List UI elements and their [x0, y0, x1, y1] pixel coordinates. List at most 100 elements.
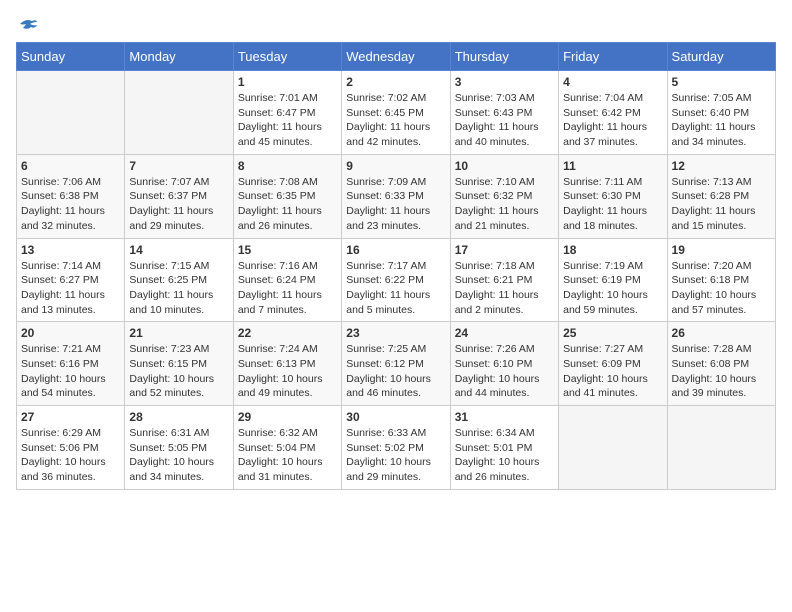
day-number: 1: [238, 75, 337, 89]
day-number: 11: [563, 159, 662, 173]
day-info: Sunrise: 7:24 AMSunset: 6:13 PMDaylight:…: [238, 342, 337, 401]
day-info: Sunrise: 7:08 AMSunset: 6:35 PMDaylight:…: [238, 175, 337, 234]
calendar-cell: 13 Sunrise: 7:14 AMSunset: 6:27 PMDayligh…: [17, 238, 125, 322]
day-info: Sunrise: 7:01 AMSunset: 6:47 PMDaylight:…: [238, 91, 337, 150]
calendar-cell: 6 Sunrise: 7:06 AMSunset: 6:38 PMDaylight…: [17, 154, 125, 238]
page-header: [16, 16, 776, 32]
day-info: Sunrise: 7:25 AMSunset: 6:12 PMDaylight:…: [346, 342, 445, 401]
calendar-cell: 25 Sunrise: 7:27 AMSunset: 6:09 PMDayligh…: [559, 322, 667, 406]
calendar-cell: 19 Sunrise: 7:20 AMSunset: 6:18 PMDayligh…: [667, 238, 775, 322]
day-info: Sunrise: 7:09 AMSunset: 6:33 PMDaylight:…: [346, 175, 445, 234]
day-number: 19: [672, 243, 771, 257]
calendar-cell: 17Sunrise: 7:18 AMSunset: 6:21 PMDayligh…: [450, 238, 558, 322]
day-number: 29: [238, 410, 337, 424]
day-info: Sunrise: 7:11 AMSunset: 6:30 PMDaylight:…: [563, 175, 662, 234]
day-number: 3: [455, 75, 554, 89]
day-number: 9: [346, 159, 445, 173]
calendar-week-row: 6 Sunrise: 7:06 AMSunset: 6:38 PMDaylight…: [17, 154, 776, 238]
day-info: Sunrise: 7:03 AMSunset: 6:43 PMDaylight:…: [455, 91, 554, 150]
day-info: Sunrise: 7:14 AMSunset: 6:27 PMDaylight:…: [21, 259, 120, 318]
day-info: Sunrise: 6:29 AMSunset: 5:06 PMDaylight:…: [21, 426, 120, 485]
calendar-cell: 26 Sunrise: 7:28 AMSunset: 6:08 PMDayligh…: [667, 322, 775, 406]
day-info: Sunrise: 7:07 AMSunset: 6:37 PMDaylight:…: [129, 175, 228, 234]
day-info: Sunrise: 7:18 AMSunset: 6:21 PMDaylight:…: [455, 259, 554, 318]
calendar-cell: 28Sunrise: 6:31 AMSunset: 5:05 PMDayligh…: [125, 406, 233, 490]
calendar-cell: 24 Sunrise: 7:26 AMSunset: 6:10 PMDayligh…: [450, 322, 558, 406]
calendar-cell: 30 Sunrise: 6:33 AMSunset: 5:02 PMDayligh…: [342, 406, 450, 490]
day-info: Sunrise: 6:34 AMSunset: 5:01 PMDaylight:…: [455, 426, 554, 485]
day-info: Sunrise: 7:13 AMSunset: 6:28 PMDaylight:…: [672, 175, 771, 234]
day-info: Sunrise: 7:10 AMSunset: 6:32 PMDaylight:…: [455, 175, 554, 234]
day-info: Sunrise: 7:17 AMSunset: 6:22 PMDaylight:…: [346, 259, 445, 318]
calendar-cell: 9 Sunrise: 7:09 AMSunset: 6:33 PMDaylight…: [342, 154, 450, 238]
day-number: 13: [21, 243, 120, 257]
calendar-header-row: SundayMondayTuesdayWednesdayThursdayFrid…: [17, 43, 776, 71]
calendar-cell: 23Sunrise: 7:25 AMSunset: 6:12 PMDayligh…: [342, 322, 450, 406]
day-number: 30: [346, 410, 445, 424]
day-info: Sunrise: 7:05 AMSunset: 6:40 PMDaylight:…: [672, 91, 771, 150]
calendar-cell: 12 Sunrise: 7:13 AMSunset: 6:28 PMDayligh…: [667, 154, 775, 238]
day-number: 31: [455, 410, 554, 424]
day-info: Sunrise: 7:04 AMSunset: 6:42 PMDaylight:…: [563, 91, 662, 150]
day-info: Sunrise: 6:31 AMSunset: 5:05 PMDaylight:…: [129, 426, 228, 485]
day-info: Sunrise: 6:33 AMSunset: 5:02 PMDaylight:…: [346, 426, 445, 485]
calendar-header-friday: Friday: [559, 43, 667, 71]
day-number: 16: [346, 243, 445, 257]
calendar-cell: 18 Sunrise: 7:19 AMSunset: 6:19 PMDayligh…: [559, 238, 667, 322]
calendar-header-sunday: Sunday: [17, 43, 125, 71]
logo: [16, 16, 38, 32]
calendar-cell: 7Sunrise: 7:07 AMSunset: 6:37 PMDaylight…: [125, 154, 233, 238]
calendar-cell: [125, 71, 233, 155]
day-number: 10: [455, 159, 554, 173]
day-info: Sunrise: 7:16 AMSunset: 6:24 PMDaylight:…: [238, 259, 337, 318]
day-info: Sunrise: 7:27 AMSunset: 6:09 PMDaylight:…: [563, 342, 662, 401]
calendar-cell: 16 Sunrise: 7:17 AMSunset: 6:22 PMDayligh…: [342, 238, 450, 322]
day-number: 6: [21, 159, 120, 173]
day-number: 22: [238, 326, 337, 340]
calendar-week-row: 20 Sunrise: 7:21 AMSunset: 6:16 PMDayligh…: [17, 322, 776, 406]
calendar-week-row: 1 Sunrise: 7:01 AMSunset: 6:47 PMDaylight…: [17, 71, 776, 155]
calendar-cell: [667, 406, 775, 490]
calendar-cell: 22 Sunrise: 7:24 AMSunset: 6:13 PMDayligh…: [233, 322, 341, 406]
day-number: 18: [563, 243, 662, 257]
calendar-cell: 5Sunrise: 7:05 AMSunset: 6:40 PMDaylight…: [667, 71, 775, 155]
day-number: 4: [563, 75, 662, 89]
calendar-header-tuesday: Tuesday: [233, 43, 341, 71]
day-number: 27: [21, 410, 120, 424]
calendar-cell: 1 Sunrise: 7:01 AMSunset: 6:47 PMDaylight…: [233, 71, 341, 155]
day-number: 21: [129, 326, 228, 340]
calendar-cell: 27 Sunrise: 6:29 AMSunset: 5:06 PMDayligh…: [17, 406, 125, 490]
calendar-cell: 29 Sunrise: 6:32 AMSunset: 5:04 PMDayligh…: [233, 406, 341, 490]
day-info: Sunrise: 7:15 AMSunset: 6:25 PMDaylight:…: [129, 259, 228, 318]
calendar-cell: 3 Sunrise: 7:03 AMSunset: 6:43 PMDaylight…: [450, 71, 558, 155]
calendar-cell: 11 Sunrise: 7:11 AMSunset: 6:30 PMDayligh…: [559, 154, 667, 238]
day-info: Sunrise: 7:19 AMSunset: 6:19 PMDaylight:…: [563, 259, 662, 318]
day-info: Sunrise: 7:28 AMSunset: 6:08 PMDaylight:…: [672, 342, 771, 401]
day-number: 14: [129, 243, 228, 257]
day-number: 20: [21, 326, 120, 340]
day-number: 26: [672, 326, 771, 340]
calendar-cell: 31 Sunrise: 6:34 AMSunset: 5:01 PMDayligh…: [450, 406, 558, 490]
day-info: Sunrise: 7:02 AMSunset: 6:45 PMDaylight:…: [346, 91, 445, 150]
calendar-cell: 8Sunrise: 7:08 AMSunset: 6:35 PMDaylight…: [233, 154, 341, 238]
day-info: Sunrise: 7:23 AMSunset: 6:15 PMDaylight:…: [129, 342, 228, 401]
calendar-cell: 14 Sunrise: 7:15 AMSunset: 6:25 PMDayligh…: [125, 238, 233, 322]
day-number: 24: [455, 326, 554, 340]
day-number: 12: [672, 159, 771, 173]
calendar-cell: 4 Sunrise: 7:04 AMSunset: 6:42 PMDaylight…: [559, 71, 667, 155]
calendar-cell: [559, 406, 667, 490]
calendar-header-wednesday: Wednesday: [342, 43, 450, 71]
day-info: Sunrise: 7:21 AMSunset: 6:16 PMDaylight:…: [21, 342, 120, 401]
calendar-week-row: 27 Sunrise: 6:29 AMSunset: 5:06 PMDayligh…: [17, 406, 776, 490]
day-info: Sunrise: 7:20 AMSunset: 6:18 PMDaylight:…: [672, 259, 771, 318]
day-info: Sunrise: 7:06 AMSunset: 6:38 PMDaylight:…: [21, 175, 120, 234]
day-info: Sunrise: 6:32 AMSunset: 5:04 PMDaylight:…: [238, 426, 337, 485]
logo-bird-icon: [18, 16, 38, 32]
calendar-cell: 21 Sunrise: 7:23 AMSunset: 6:15 PMDayligh…: [125, 322, 233, 406]
calendar-cell: 2 Sunrise: 7:02 AMSunset: 6:45 PMDaylight…: [342, 71, 450, 155]
day-number: 2: [346, 75, 445, 89]
day-info: Sunrise: 7:26 AMSunset: 6:10 PMDaylight:…: [455, 342, 554, 401]
calendar-table: SundayMondayTuesdayWednesdayThursdayFrid…: [16, 42, 776, 490]
day-number: 25: [563, 326, 662, 340]
calendar-header-saturday: Saturday: [667, 43, 775, 71]
